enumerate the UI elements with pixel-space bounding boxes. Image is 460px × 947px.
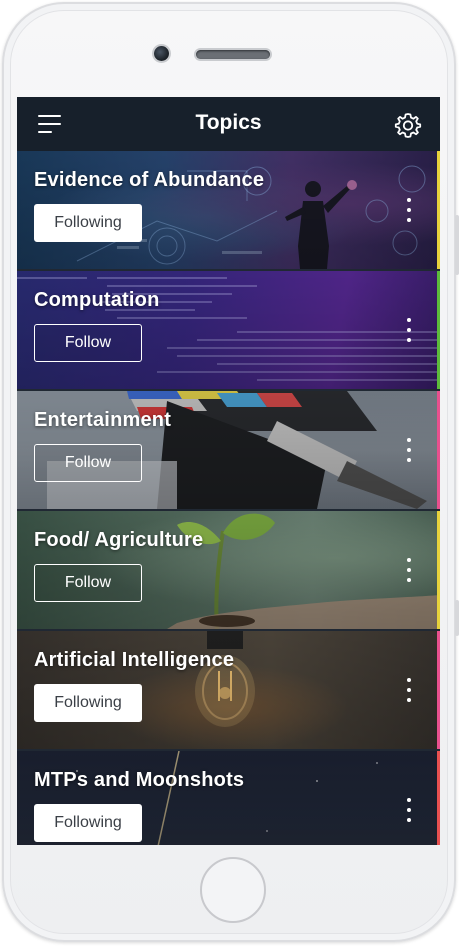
topic-accent-bar xyxy=(437,391,440,509)
volume-button[interactable] xyxy=(455,600,459,636)
following-button[interactable]: Following xyxy=(34,804,142,842)
follow-button[interactable]: Follow xyxy=(34,324,142,362)
topics-list: Evidence of Abundance Following Computat… xyxy=(17,151,440,845)
earpiece-speaker xyxy=(196,50,270,59)
following-button[interactable]: Following xyxy=(34,204,142,242)
topic-accent-bar xyxy=(437,511,440,629)
more-options-icon[interactable] xyxy=(401,796,417,824)
topic-card-computation[interactable]: Computation Follow xyxy=(17,271,440,389)
topic-card-evidence-of-abundance[interactable]: Evidence of Abundance Following xyxy=(17,151,440,269)
more-options-icon[interactable] xyxy=(401,316,417,344)
topic-card-artificial-intelligence[interactable]: Artificial Intelligence Following xyxy=(17,631,440,749)
front-camera xyxy=(154,46,169,61)
topic-title: Food/ Agriculture xyxy=(34,529,204,551)
topic-accent-bar xyxy=(437,271,440,389)
topic-accent-bar xyxy=(437,631,440,749)
more-options-icon[interactable] xyxy=(401,436,417,464)
topic-accent-bar xyxy=(437,751,440,845)
topic-card-entertainment[interactable]: Entertainment Follow xyxy=(17,391,440,509)
more-options-icon[interactable] xyxy=(401,196,417,224)
topic-title: Artificial Intelligence xyxy=(34,649,235,671)
topic-title: Entertainment xyxy=(34,409,172,431)
more-options-icon[interactable] xyxy=(401,676,417,704)
topic-title: Computation xyxy=(34,289,160,311)
more-options-icon[interactable] xyxy=(401,556,417,584)
topic-card-food-agriculture[interactable]: Food/ Agriculture Follow xyxy=(17,511,440,629)
topic-title: MTPs and Moonshots xyxy=(34,769,245,791)
home-button[interactable] xyxy=(200,857,266,923)
gear-icon[interactable] xyxy=(394,111,422,139)
topic-accent-bar xyxy=(437,151,440,269)
page-title: Topics xyxy=(195,111,262,134)
topic-card-mtps-and-moonshots[interactable]: MTPs and Moonshots Following xyxy=(17,751,440,845)
top-nav-bar: Topics xyxy=(17,97,440,151)
follow-button[interactable]: Follow xyxy=(34,444,142,482)
power-button[interactable] xyxy=(455,215,459,275)
follow-button[interactable]: Follow xyxy=(34,564,142,602)
app-screen: Topics Evidence of Abundance Following C… xyxy=(17,97,440,845)
topic-title: Evidence of Abundance xyxy=(34,169,265,191)
following-button[interactable]: Following xyxy=(34,684,142,722)
